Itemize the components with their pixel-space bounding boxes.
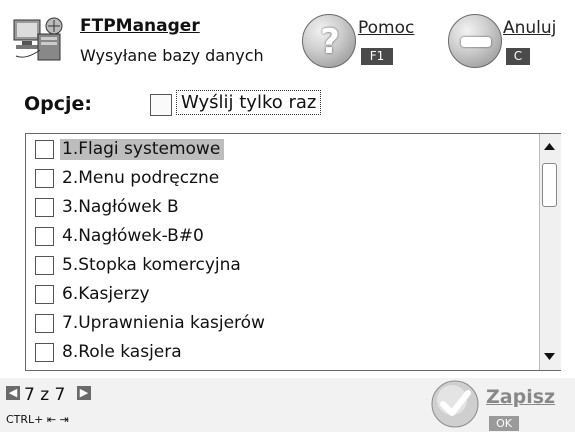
page-indicator: 7 z 7 xyxy=(24,385,66,405)
item-label: 3.Nagłówek B xyxy=(62,197,179,217)
paging-shortcut-hint: CTRL+ ⇤ ⇥ xyxy=(6,413,69,426)
cancel-button[interactable]: Anuluj xyxy=(503,18,556,38)
database-list[interactable]: 1.Flagi systemowe 2.Menu podręczne 3.Nag… xyxy=(25,133,561,371)
list-item[interactable]: 7.Uprawnienia kasjerów xyxy=(26,310,541,339)
item-checkbox[interactable] xyxy=(35,343,54,362)
send-once-label[interactable]: Wyślij tylko raz xyxy=(176,90,322,115)
item-label: 2.Menu podręczne xyxy=(62,168,220,188)
item-label: 7.Uprawnienia kasjerów xyxy=(62,313,265,333)
item-checkbox[interactable] xyxy=(35,256,54,275)
list-item[interactable]: 5.Stopka komercyjna xyxy=(26,252,541,281)
item-checkbox[interactable] xyxy=(35,169,54,188)
save-button[interactable]: Zapisz xyxy=(486,386,555,408)
app-title[interactable]: FTPManager xyxy=(80,16,200,36)
checkmark-icon[interactable] xyxy=(430,379,480,429)
app-subtitle: Wysyłane bazy danych xyxy=(80,46,264,65)
help-shortcut-badge: F1 xyxy=(361,48,393,65)
item-label: 6.Kasjerzy xyxy=(62,284,150,304)
item-checkbox[interactable] xyxy=(35,198,54,217)
minus-icon[interactable] xyxy=(448,14,502,68)
item-checkbox[interactable] xyxy=(35,227,54,246)
item-checkbox[interactable] xyxy=(35,140,54,159)
list-item[interactable]: 1.Flagi systemowe xyxy=(26,136,541,165)
save-shortcut-badge: OK xyxy=(489,416,519,431)
item-label: 5.Stopka komercyjna xyxy=(62,255,241,275)
question-icon[interactable]: ? xyxy=(302,14,356,68)
item-label: 8.Role kasjera xyxy=(62,342,182,362)
item-label: 4.Nagłówek-B#0 xyxy=(62,226,204,246)
list-item[interactable]: 3.Nagłówek B xyxy=(26,194,541,223)
send-once-checkbox[interactable] xyxy=(150,94,172,116)
item-label: 1.Flagi systemowe xyxy=(60,139,225,160)
triangle-up-icon[interactable] xyxy=(541,138,558,155)
arrow-left-icon[interactable]: ◀ xyxy=(6,386,20,400)
options-label: Opcje: xyxy=(24,93,93,115)
scrollbar-thumb[interactable] xyxy=(542,163,557,207)
arrow-right-icon[interactable]: ▶ xyxy=(77,386,91,400)
list-item[interactable]: 2.Menu podręczne xyxy=(26,165,541,194)
item-checkbox[interactable] xyxy=(35,285,54,304)
list-item[interactable]: 8.Role kasjera xyxy=(26,339,541,368)
list-item[interactable]: 4.Nagłówek-B#0 xyxy=(26,223,541,252)
triangle-down-icon[interactable] xyxy=(541,348,558,365)
computer-network-icon xyxy=(10,14,68,66)
item-checkbox[interactable] xyxy=(35,314,54,333)
cancel-shortcut-badge: C xyxy=(506,48,530,65)
help-button[interactable]: Pomoc xyxy=(358,18,414,38)
list-item[interactable]: 6.Kasjerzy xyxy=(26,281,541,310)
